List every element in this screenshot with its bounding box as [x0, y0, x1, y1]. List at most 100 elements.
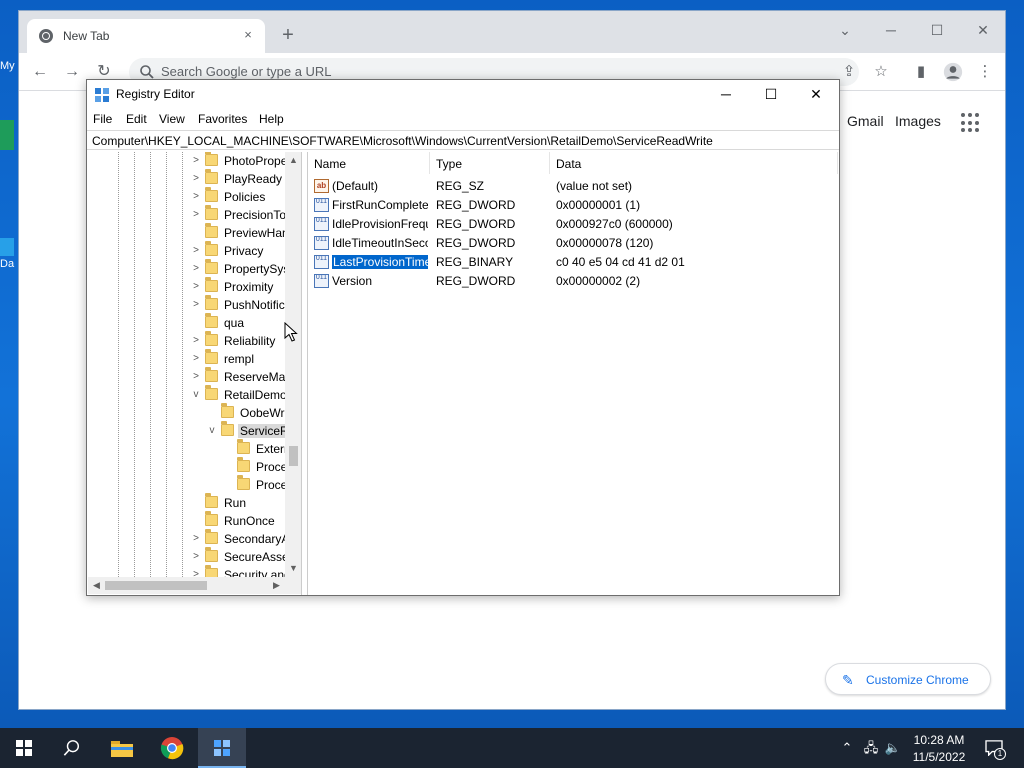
menu-view[interactable]: View	[159, 112, 185, 126]
tree-vertical-scrollbar[interactable]: ▲ ▼	[285, 152, 301, 577]
chrome-tab-strip: New Tab × + ⌄ ─ ☐ ✕	[19, 11, 1005, 53]
forward-icon[interactable]: →	[59, 59, 85, 85]
chrome-menu-icon[interactable]: ⋮	[973, 59, 997, 85]
expand-icon	[206, 406, 218, 420]
expand-icon[interactable]: >	[190, 244, 202, 258]
menu-edit[interactable]: Edit	[126, 112, 147, 126]
folder-icon	[205, 295, 218, 310]
value-row-idletimeoutinseconds[interactable]: 011 IdleTimeoutInSeconds REG_DWORD 0x000…	[308, 234, 838, 253]
expand-icon	[222, 460, 234, 474]
windows-logo-icon	[16, 740, 32, 756]
pencil-icon: ✎	[842, 672, 854, 688]
folder-icon	[205, 259, 218, 274]
taskbar-file-explorer[interactable]	[98, 728, 146, 768]
chrome-minimize-button[interactable]: ─	[869, 15, 913, 45]
desktop-icon-label: Da	[0, 258, 15, 270]
tree-vscroll-thumb[interactable]	[289, 446, 298, 466]
chrome-maximize-button[interactable]: ☐	[915, 15, 959, 45]
folder-icon	[205, 493, 218, 508]
value-row-default[interactable]: ab (Default) REG_SZ (value not set)	[308, 177, 838, 196]
tab-new-tab[interactable]: New Tab ×	[27, 19, 265, 53]
binary-value-icon: 011	[314, 255, 329, 269]
expand-icon	[190, 226, 202, 240]
chrome-close-button[interactable]: ✕	[961, 15, 1005, 45]
google-apps-icon[interactable]	[961, 113, 981, 133]
folder-icon	[205, 367, 218, 382]
value-row-firstruncompleted[interactable]: 011 FirstRunCompleted REG_DWORD 0x000000…	[308, 196, 838, 215]
desktop-icon-green[interactable]	[0, 120, 18, 152]
menu-file[interactable]: File	[93, 112, 112, 126]
expand-icon	[222, 442, 234, 456]
address-bar[interactable]: Computer\HKEY_LOCAL_MACHINE\SOFTWARE\Mic…	[87, 130, 839, 150]
show-hidden-icons-icon[interactable]: ⌃	[838, 738, 856, 758]
expand-icon[interactable]: >	[190, 550, 202, 564]
tree-horizontal-scrollbar[interactable]: ◀ ▶	[88, 577, 285, 594]
expand-icon[interactable]: >	[190, 532, 202, 546]
value-row-lastprovisiontime[interactable]: 011 LastProvisionTime REG_BINARY c0 40 e…	[308, 253, 838, 272]
mouse-cursor-icon	[284, 322, 298, 342]
regedit-minimize-button[interactable]: ─	[703, 80, 749, 108]
taskbar-registry-editor[interactable]	[198, 728, 246, 768]
taskbar-search-button[interactable]	[48, 728, 96, 768]
folder-icon	[205, 277, 218, 292]
expand-icon[interactable]: >	[190, 568, 202, 577]
expand-icon[interactable]: >	[190, 190, 202, 204]
clock-time[interactable]: 10:28 AM	[904, 733, 974, 747]
tab-search-icon[interactable]: ⌄	[823, 15, 867, 45]
column-header-data[interactable]: Data	[550, 152, 838, 174]
folder-icon	[205, 152, 218, 166]
customize-chrome-label: Customize Chrome	[866, 673, 969, 687]
folder-icon	[205, 187, 218, 202]
scroll-up-icon[interactable]: ▲	[285, 152, 301, 169]
column-header-name[interactable]: Name	[308, 152, 430, 174]
collapse-icon[interactable]: v	[190, 388, 202, 402]
gmail-link[interactable]: Gmail	[847, 113, 884, 129]
value-row-version[interactable]: 011 Version REG_DWORD 0x00000002 (2)	[308, 272, 838, 291]
expand-icon[interactable]: >	[190, 352, 202, 366]
expand-icon	[190, 514, 202, 528]
value-row-idleprovisionfrequency[interactable]: 011 IdleProvisionFrequency REG_DWORD 0x0…	[308, 215, 838, 234]
profile-avatar-icon[interactable]	[941, 59, 965, 85]
scroll-left-icon[interactable]: ◀	[88, 577, 105, 594]
notification-center-icon[interactable]: 1	[982, 738, 1006, 760]
key-tree: > PhotoPropertyHandler > PlayReady > Pol…	[88, 152, 285, 577]
desktop-icon-my-computer[interactable]: My	[0, 60, 18, 72]
tree-hscroll-thumb[interactable]	[105, 581, 207, 590]
expand-icon[interactable]: >	[190, 154, 202, 168]
tab-title: New Tab	[63, 29, 110, 43]
bookmark-star-icon[interactable]: ☆	[869, 59, 893, 85]
clock-date[interactable]: 11/5/2022	[904, 750, 974, 764]
desktop-icon-data[interactable]: Da	[0, 238, 18, 270]
chrome-favicon-icon	[39, 29, 53, 43]
expand-icon[interactable]: >	[190, 172, 202, 186]
tab-close-icon[interactable]: ×	[239, 26, 257, 44]
expand-icon[interactable]: >	[190, 280, 202, 294]
customize-chrome-button[interactable]: ✎ Customize Chrome	[825, 663, 991, 695]
expand-icon[interactable]: >	[190, 208, 202, 222]
scroll-right-icon[interactable]: ▶	[268, 577, 285, 594]
taskbar-chrome[interactable]	[148, 728, 196, 768]
share-icon[interactable]: ⇪	[837, 59, 861, 85]
regedit-title-bar[interactable]: Registry Editor ─ ☐ ✕	[87, 80, 839, 108]
volume-icon[interactable]: 🔈	[884, 738, 902, 758]
side-panel-icon[interactable]: ▮	[909, 59, 933, 85]
menu-help[interactable]: Help	[259, 112, 284, 126]
expand-icon[interactable]: >	[190, 370, 202, 384]
back-icon[interactable]: ←	[27, 59, 53, 85]
images-link[interactable]: Images	[895, 113, 941, 129]
folder-icon	[205, 349, 218, 364]
expand-icon[interactable]: >	[190, 298, 202, 312]
new-tab-button[interactable]: +	[277, 24, 299, 46]
folder-icon	[205, 223, 218, 238]
expand-icon	[190, 316, 202, 330]
menu-favorites[interactable]: Favorites	[198, 112, 247, 126]
expand-icon[interactable]: >	[190, 334, 202, 348]
scroll-down-icon[interactable]: ▼	[285, 560, 301, 577]
start-button[interactable]	[0, 728, 48, 768]
expand-icon[interactable]: >	[190, 262, 202, 276]
network-icon[interactable]: 🖧	[862, 738, 880, 758]
column-header-type[interactable]: Type	[430, 152, 550, 174]
regedit-maximize-button[interactable]: ☐	[748, 80, 794, 108]
regedit-close-button[interactable]: ✕	[793, 80, 839, 108]
collapse-icon[interactable]: v	[206, 424, 218, 438]
